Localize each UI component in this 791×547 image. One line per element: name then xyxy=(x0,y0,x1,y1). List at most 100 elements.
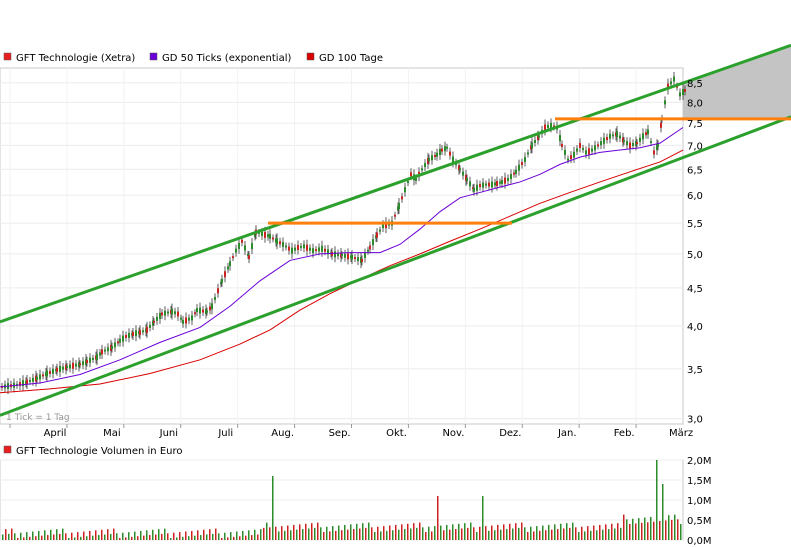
y-tick-label: 6,5 xyxy=(687,165,703,176)
volume-tick-label: 1,0M xyxy=(687,496,712,507)
volume-bar xyxy=(395,524,397,540)
month-label: Sep. xyxy=(329,428,351,439)
candle-body xyxy=(86,360,88,364)
volume-bar xyxy=(506,529,508,540)
candle-body xyxy=(488,182,490,187)
candle-body xyxy=(436,152,438,157)
candle-body xyxy=(324,248,326,252)
volume-bar xyxy=(524,527,526,540)
volume-bar xyxy=(353,529,355,540)
volume-bar xyxy=(194,535,196,540)
volume-bar xyxy=(107,529,109,540)
volume-bar xyxy=(155,534,157,540)
volume-bar xyxy=(143,535,145,540)
volume-bar xyxy=(392,530,394,540)
candle-body xyxy=(285,245,287,248)
volume-bar xyxy=(377,526,379,540)
volume-bar xyxy=(404,529,406,540)
candle-body xyxy=(188,317,190,321)
legend-swatch-price xyxy=(3,52,12,61)
volume-bar xyxy=(146,530,148,540)
candle-body xyxy=(75,363,77,367)
volume-bar xyxy=(389,525,391,540)
volume-bar xyxy=(581,526,583,540)
y-tick-label: 6,0 xyxy=(687,191,703,202)
volume-bar xyxy=(44,530,46,540)
candle-body xyxy=(146,326,148,333)
volume-bar xyxy=(2,534,4,540)
volume-bar xyxy=(26,532,28,540)
candle-body xyxy=(196,308,198,313)
candle-body xyxy=(52,368,54,374)
candle-body xyxy=(272,237,274,240)
candle-body xyxy=(485,183,487,186)
volume-bar xyxy=(614,528,616,540)
candle-body xyxy=(570,155,572,160)
candle-body xyxy=(49,370,51,374)
month-label: Aug. xyxy=(271,428,294,439)
candle-body xyxy=(573,151,575,158)
candle-body xyxy=(315,249,317,252)
candle-body xyxy=(591,148,593,152)
candle-body xyxy=(369,245,371,250)
legend-gd50-label: GD 50 Ticks (exponential) xyxy=(162,53,291,64)
candle-body xyxy=(303,244,305,249)
volume-bar xyxy=(251,535,253,540)
volume-bar xyxy=(224,532,226,540)
candle-body xyxy=(29,379,31,382)
candle-body xyxy=(379,229,381,232)
volume-bar xyxy=(623,514,625,540)
volume-bar xyxy=(611,523,613,540)
volume-bar xyxy=(482,496,484,540)
price-legend: GFT Technologie (Xetra) GD 50 Ticks (exp… xyxy=(3,52,383,64)
volume-bar xyxy=(596,530,598,540)
volume-bar xyxy=(659,521,661,540)
volume-bar xyxy=(554,524,556,540)
volume-bar xyxy=(491,525,493,540)
volume-bar xyxy=(608,529,610,540)
volume-bar xyxy=(95,530,97,540)
candle-body xyxy=(180,317,182,320)
volume-bar xyxy=(365,527,367,540)
volume-bar xyxy=(458,523,460,540)
candle-body xyxy=(294,247,296,251)
candle-body xyxy=(609,133,611,139)
volume-bar xyxy=(641,522,643,540)
volume-bar xyxy=(473,527,475,540)
volume-bar xyxy=(662,484,664,540)
y-tick-label: 8,0 xyxy=(687,98,703,109)
candle-body xyxy=(89,357,91,363)
volume-bar xyxy=(317,522,319,540)
volume-bar xyxy=(293,524,295,540)
volume-bar xyxy=(17,538,19,540)
volume-bar xyxy=(620,527,622,540)
volume-bar xyxy=(398,529,400,540)
volume-bar xyxy=(77,532,79,540)
candle-body xyxy=(482,182,484,188)
volume-bar xyxy=(653,521,655,540)
volume-bar xyxy=(62,528,64,540)
candle-body xyxy=(209,306,211,311)
candle-body xyxy=(125,334,127,338)
candle-body xyxy=(639,137,641,142)
volume-bar xyxy=(674,514,676,540)
volume-bar xyxy=(425,532,427,540)
candle-body xyxy=(334,251,336,258)
volume-bar xyxy=(647,522,649,540)
candle-body xyxy=(182,319,184,324)
volume-bar xyxy=(476,532,478,540)
candle-body xyxy=(421,168,423,171)
volume-bar xyxy=(209,529,211,540)
candle-body xyxy=(499,181,501,184)
month-label: Juni xyxy=(159,428,178,439)
candle-body xyxy=(476,184,478,191)
volume-bar xyxy=(593,525,595,540)
volume-bar xyxy=(218,533,220,540)
volume-bar xyxy=(602,529,604,540)
legend-price-label: GFT Technologie (Xetra) xyxy=(16,53,135,64)
candle-body xyxy=(564,149,566,155)
volume-bar xyxy=(263,527,265,540)
volume-bar xyxy=(332,526,334,540)
volume-bar xyxy=(326,526,328,540)
y-tick-label: 3,5 xyxy=(687,365,703,376)
